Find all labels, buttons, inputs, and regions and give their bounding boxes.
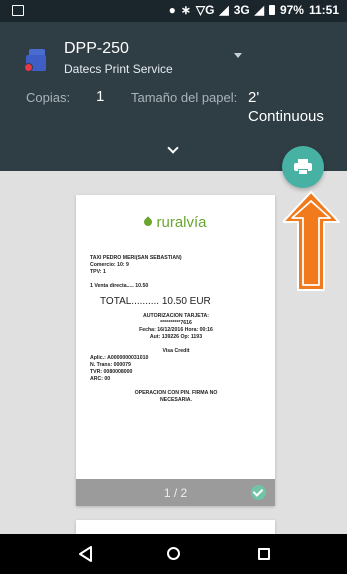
print-button[interactable] <box>282 146 324 188</box>
leaf-icon <box>142 216 155 228</box>
bluetooth-icon: ∗ <box>180 3 191 17</box>
page-footer: 1 / 2 <box>76 479 275 506</box>
receipt-line: TVR: 0080008000 <box>90 369 133 375</box>
expand-chevron-icon[interactable] <box>167 142 179 154</box>
receipt-line: 1 Venta directa..... 10.50 <box>90 283 149 289</box>
page-number: 1 / 2 <box>163 486 188 500</box>
receipt-line: Comercio: 10: 9 <box>90 262 129 268</box>
dropdown-arrow-icon[interactable] <box>234 53 242 58</box>
wifi-icon: ▽G <box>195 3 215 17</box>
signal-3g-icon: ◢ <box>254 3 264 17</box>
page-selected-check-icon[interactable] <box>251 485 266 500</box>
clock: 11:51 <box>308 3 339 17</box>
navigation-bar <box>0 534 347 574</box>
receipt-line: TPV: 1 <box>90 269 106 275</box>
printer-app-icon <box>24 49 48 73</box>
receipt-line: NECESARIA. <box>160 397 192 403</box>
wifi-label: G <box>205 3 215 17</box>
receipt-line: **********7616 <box>160 320 192 326</box>
receipt-text: TAXI PEDRO MERI(SAN SEBASTIAN) Comercio:… <box>90 255 262 404</box>
home-icon[interactable] <box>167 547 180 560</box>
receipt-line: Visa Credit <box>162 348 190 354</box>
paper-size-select[interactable]: 2' Continuous <box>248 88 328 126</box>
network-label: 3G <box>233 3 250 17</box>
battery-level: 97% <box>279 3 304 17</box>
annotation-arrow-icon <box>283 191 340 291</box>
copies-label: Copias: <box>26 90 71 105</box>
page-preview[interactable]: ruralvía TAXI PEDRO MERI(SAN SEBASTIAN) … <box>76 195 275 506</box>
status-bar: ● ∗ ▽G ◢ 3G ◢ 97% 11:51 <box>0 0 347 22</box>
receipt-line: OPERACION CON PIN. FIRMA NO <box>134 390 218 396</box>
receipt-total: TOTAL.......... 10.50 EUR <box>100 296 211 307</box>
battery-icon <box>268 5 275 15</box>
page-preview-next[interactable] <box>76 520 275 534</box>
bank-logo: ruralvía <box>76 214 275 231</box>
receipt-line: Aplic.: A0000000031010 <box>90 355 149 361</box>
receipt-line: TAXI PEDRO MERI(SAN SEBASTIAN) <box>90 255 182 261</box>
copies-field[interactable]: 1 <box>96 88 104 105</box>
receipt-line: Fecha: 16/12/2016 Hora: 00:16 <box>139 327 213 333</box>
location-icon: ● <box>168 3 176 17</box>
signal-icon: ◢ <box>219 3 229 17</box>
back-icon[interactable] <box>78 546 94 562</box>
printer-name[interactable]: DPP-250 <box>64 40 129 58</box>
recent-apps-icon[interactable] <box>258 548 270 560</box>
receipt-line: Aut: 139226 Op: 1193 <box>149 334 203 340</box>
receipt-line: ARC: 00 <box>90 376 111 382</box>
notification-icon <box>12 5 24 16</box>
status-icons: ● ∗ ▽G ◢ 3G ◢ 97% 11:51 <box>169 3 339 17</box>
receipt-line: AUTORIZACION TARJETA: <box>143 313 209 319</box>
receipt-line: N. Trans: 000079 <box>90 362 131 368</box>
printer-service: Datecs Print Service <box>64 62 173 76</box>
paper-size-label: Tamaño del papel: <box>131 90 238 105</box>
